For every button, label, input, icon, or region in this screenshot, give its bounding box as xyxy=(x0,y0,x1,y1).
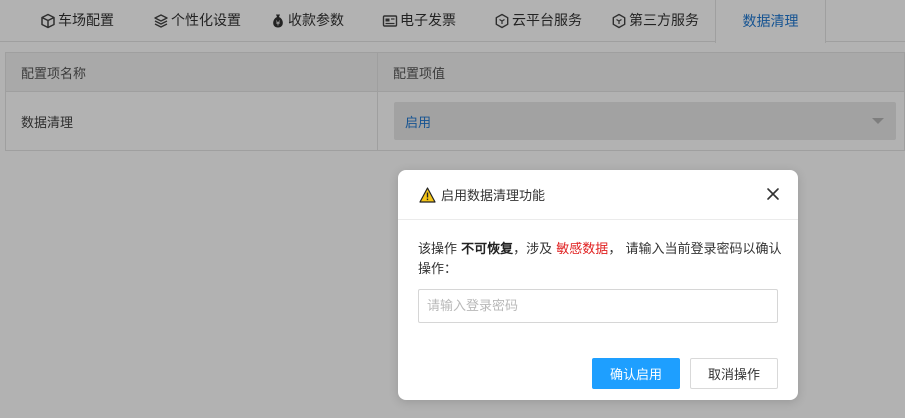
message-text: 该操作 xyxy=(418,242,462,257)
password-input[interactable] xyxy=(418,289,778,323)
cancel-button[interactable]: 取消操作 xyxy=(690,358,778,389)
dialog-message: 该操作 不可恢复，涉及 敏感数据， 请输入当前登录密码以确认操作： xyxy=(418,240,783,280)
message-irreversible: 不可恢复 xyxy=(461,242,514,257)
close-icon[interactable] xyxy=(766,187,780,201)
confirm-dialog: 启用数据清理功能 该操作 不可恢复，涉及 敏感数据， 请输入当前登录密码以确认操… xyxy=(398,170,798,400)
dialog-header: 启用数据清理功能 xyxy=(398,170,798,220)
message-text: ，涉及 xyxy=(513,242,557,257)
dialog-title: 启用数据清理功能 xyxy=(441,189,546,204)
warning-icon xyxy=(419,186,436,203)
message-sensitive-data: 敏感数据 xyxy=(556,242,609,257)
confirm-enable-button[interactable]: 确认启用 xyxy=(592,358,680,389)
